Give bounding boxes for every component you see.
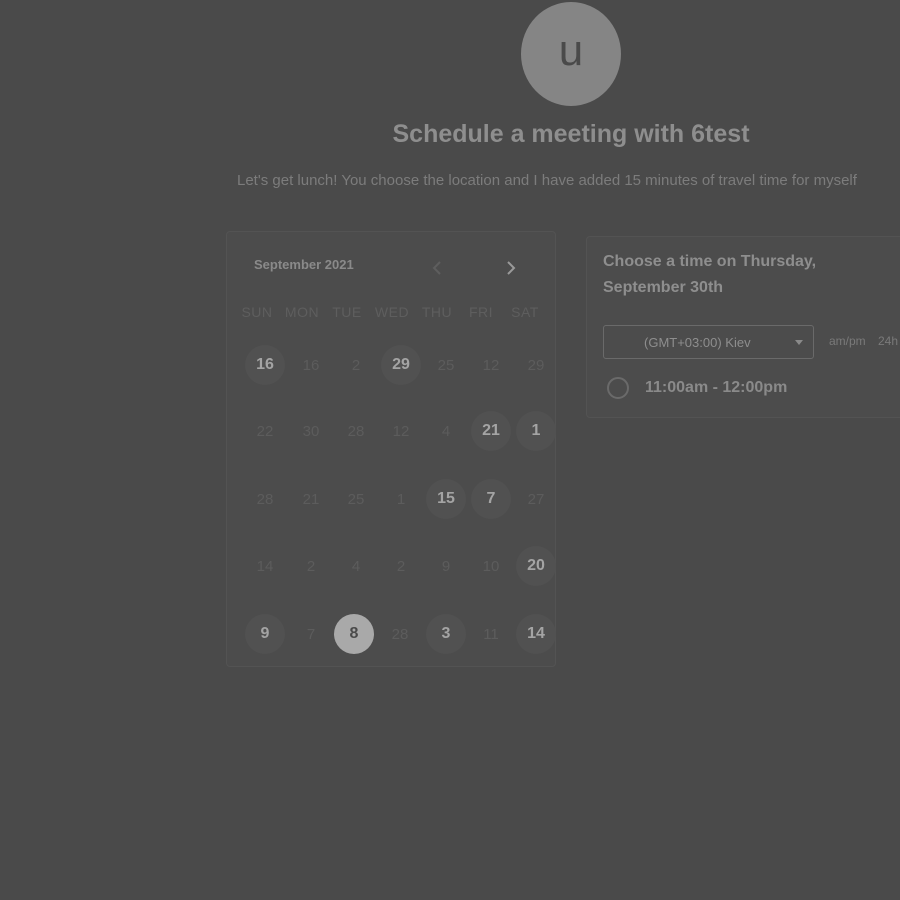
calendar-day: 27 bbox=[527, 490, 545, 508]
timezone-select[interactable]: (GMT+03:00) Kiev bbox=[603, 325, 814, 359]
calendar-day: 2 bbox=[306, 557, 316, 575]
calendar-day[interactable]: 9 bbox=[245, 614, 285, 654]
time-slot-label: 11:00am - 12:00pm bbox=[645, 379, 788, 396]
calendar-day-selected[interactable]: 8 bbox=[334, 614, 374, 654]
calendar-day: 28 bbox=[256, 490, 274, 508]
weekday-thu: THU bbox=[421, 304, 453, 320]
calendar-day[interactable]: 29 bbox=[381, 345, 421, 385]
calendar-day: 25 bbox=[347, 490, 365, 508]
calendar-day: 4 bbox=[351, 557, 361, 575]
weekday-sun: SUN bbox=[241, 304, 273, 320]
calendar-day: 2 bbox=[351, 356, 361, 374]
calendar-day: 4 bbox=[441, 422, 451, 440]
time-format-24h-toggle[interactable]: 24h bbox=[878, 334, 898, 348]
calendar-day: 1 bbox=[396, 490, 406, 508]
calendar-day[interactable]: 3 bbox=[426, 614, 466, 654]
chevron-right-icon bbox=[507, 261, 516, 275]
calendar-day: 28 bbox=[347, 422, 365, 440]
chevron-left-icon bbox=[432, 261, 441, 275]
calendar-day: 7 bbox=[306, 625, 316, 643]
weekday-mon: MON bbox=[284, 304, 320, 320]
weekday-sat: SAT bbox=[511, 304, 539, 320]
caret-down-icon bbox=[795, 340, 803, 345]
weekday-fri: FRI bbox=[468, 304, 494, 320]
time-slot-option[interactable]: 11:00am - 12:00pm bbox=[607, 377, 787, 399]
date-picker-calendar: September 2021 SUN MON TUE WED THU FRI S… bbox=[226, 231, 556, 667]
calendar-day: 29 bbox=[527, 356, 545, 374]
calendar-day: 30 bbox=[302, 422, 320, 440]
weekday-header: SUN MON TUE WED THU FRI SAT bbox=[227, 304, 557, 324]
radio-button[interactable] bbox=[607, 377, 629, 399]
scheduling-page: u Schedule a meeting with 6test Let's ge… bbox=[0, 0, 900, 900]
next-month-button[interactable] bbox=[501, 258, 521, 278]
calendar-day[interactable]: 15 bbox=[426, 479, 466, 519]
calendar-day[interactable]: 20 bbox=[516, 546, 556, 586]
calendar-day: 14 bbox=[256, 557, 274, 575]
calendar-day: 9 bbox=[441, 557, 451, 575]
calendar-day: 21 bbox=[302, 490, 320, 508]
time-format-ampm-toggle[interactable]: am/pm bbox=[829, 334, 866, 348]
calendar-day: 2 bbox=[396, 557, 406, 575]
time-panel-heading: Choose a time on Thursday, September 30t… bbox=[603, 253, 817, 296]
calendar-day: 28 bbox=[391, 625, 409, 643]
calendar-day: 22 bbox=[256, 422, 274, 440]
time-selection-panel: Choose a time on Thursday, September 30t… bbox=[586, 236, 900, 418]
calendar-day: 16 bbox=[302, 356, 320, 374]
avatar-letter: u bbox=[558, 26, 584, 75]
calendar-month-label: September 2021 bbox=[254, 257, 354, 272]
calendar-day[interactable]: 7 bbox=[471, 479, 511, 519]
calendar-day: 10 bbox=[482, 557, 500, 575]
calendar-day: 12 bbox=[482, 356, 500, 374]
timezone-value: (GMT+03:00) Kiev bbox=[644, 334, 751, 350]
calendar-day: 11 bbox=[483, 625, 499, 643]
weekday-wed: WED bbox=[374, 304, 410, 320]
meeting-description: Let's get lunch! You choose the location… bbox=[237, 172, 857, 189]
calendar-day[interactable]: 16 bbox=[245, 345, 285, 385]
avatar: u bbox=[521, 2, 621, 106]
calendar-day[interactable]: 21 bbox=[471, 411, 511, 451]
previous-month-button[interactable] bbox=[427, 258, 447, 278]
calendar-day: 25 bbox=[437, 356, 455, 374]
page-title: Schedule a meeting with 6test bbox=[392, 120, 750, 148]
calendar-day[interactable]: 14 bbox=[516, 614, 556, 654]
calendar-day[interactable]: 1 bbox=[516, 411, 556, 451]
calendar-day: 12 bbox=[392, 422, 410, 440]
weekday-tue: TUE bbox=[332, 304, 362, 320]
